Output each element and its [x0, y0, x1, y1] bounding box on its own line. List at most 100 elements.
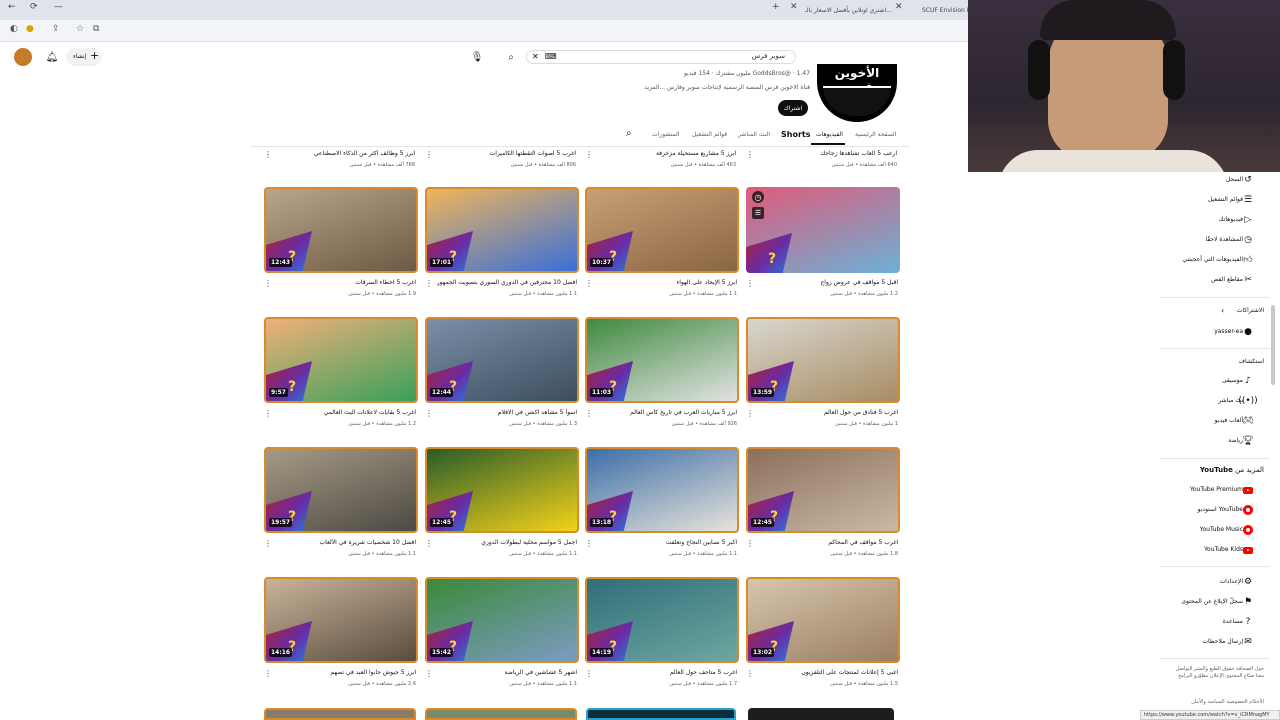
footer-links[interactable]: حول الصحافة حقوق الطبع والنشر التواصل مع… — [1170, 666, 1264, 680]
video-title[interactable]: اجمل 5 مواسم محلية لبطولات الدوري — [437, 539, 577, 546]
video-thumbnail[interactable]: ? 14:16 — [264, 577, 418, 663]
sidebar-item[interactable]: ✉ إرسال ملاحظات — [1160, 636, 1270, 652]
video-card[interactable]: ? 12:45 ⋮ اجمل 5 مواسم محلية لبطولات الدوري… — [425, 447, 579, 565]
tab-home[interactable]: الصفحة الرئيسية — [855, 131, 896, 138]
browser-tab[interactable]: SCUF Envision Pr... — [922, 3, 968, 18]
video-card[interactable]: ? 14:16 ⋮ ابرز 5 جيوش جابوا العبد في تصهم 2.… — [264, 577, 418, 695]
video-title[interactable]: اشهر 5 غشاشين في الرياضة — [437, 669, 577, 676]
video-thumbnail[interactable]: ? 12:45 — [425, 447, 579, 533]
video-title[interactable]: اغرب 5 اخطاء السرقات — [276, 279, 416, 286]
more-options-icon[interactable]: ⋮ — [425, 669, 433, 678]
more-options-icon[interactable]: ⋮ — [746, 539, 754, 548]
more-options-icon[interactable]: ⋮ — [585, 279, 593, 288]
video-title[interactable]: ابرز 5 الإيجاد على الهواء — [597, 279, 737, 286]
video-title[interactable]: اغرب 5 مواقف في المحاكم — [758, 539, 898, 546]
video-thumbnail[interactable] — [748, 708, 894, 720]
sidebar-item[interactable]: ↺ السجل — [1160, 174, 1270, 190]
sidebar-scrollbar[interactable] — [1271, 305, 1275, 385]
video-title[interactable]: اغرب 5 فنادق من حول العالم — [758, 409, 898, 416]
more-options-icon[interactable]: ⋮ — [425, 150, 433, 159]
video-thumbnail[interactable]: ? 15:42 — [425, 577, 579, 663]
more-options-icon[interactable]: ⋮ — [264, 409, 272, 418]
video-thumbnail[interactable]: ? 13:02 — [746, 577, 900, 663]
subscriptions-header[interactable]: الاشتراكات — [1237, 307, 1264, 314]
video-card[interactable]: ? 14:19 ⋮ اغرب 5 متاحف حول العالم 1.7 مليون … — [585, 577, 739, 695]
video-card[interactable]: ? 15:42 ⋮ اشهر 5 غشاشين في الرياضة 1.1 مليون… — [425, 577, 579, 695]
video-thumbnail[interactable]: ? 12:45 — [746, 447, 900, 533]
browser-tab[interactable]: اشتري اونلاين بأفضل الاسعار بالـ... — [805, 3, 895, 18]
video-thumbnail[interactable]: ? 13:18 — [585, 447, 739, 533]
sidebar-item[interactable]: YouTube Premium — [1160, 484, 1270, 500]
sidebar-item[interactable]: ✂ مقاطع القص — [1160, 274, 1270, 290]
sidebar-item[interactable]: 🎮︎ ألعاب فيديو — [1160, 415, 1270, 431]
explore-header[interactable]: استكشاف — [1239, 358, 1264, 365]
install-icon[interactable]: ⧉ — [93, 24, 99, 34]
sidebar-item[interactable]: ? مساعدة — [1160, 616, 1270, 632]
back-icon[interactable]: ← — [8, 2, 16, 12]
reload-icon[interactable]: ⟳ — [30, 2, 38, 12]
more-options-icon[interactable]: ⋮ — [425, 279, 433, 288]
video-title[interactable]: اسوأ 5 مشاهد اكشن في الافلام — [437, 409, 577, 416]
video-thumbnail[interactable]: ? 17:01 — [425, 187, 579, 273]
video-card[interactable]: ? 13:18 ⋮ اكبر 5 نصابين النجاح وتعلقت 1.1 مل… — [585, 447, 739, 565]
voice-search-icon[interactable]: 🎙︎ — [468, 48, 486, 66]
sidebar-item[interactable]: 👍︎ الفيديوهات التي أعجبتني — [1160, 254, 1270, 270]
channel-search-icon[interactable]: ⌕ — [626, 128, 632, 139]
video-thumbnail[interactable]: ? 11:03 — [585, 317, 739, 403]
sidebar-item[interactable]: ● yasser-ea — [1160, 326, 1270, 342]
more-options-icon[interactable]: ⋮ — [425, 409, 433, 418]
video-title[interactable]: اكبر 5 نصابين النجاح وتعلقت — [597, 539, 737, 546]
sidebar-item[interactable]: ((•)) بث مباشر — [1160, 395, 1270, 411]
video-thumbnail[interactable]: ? 14:19 — [585, 577, 739, 663]
video-card[interactable]: ? 10:37 ⋮ ابرز 5 الإيجاد على الهواء 1.1 مليو… — [585, 187, 739, 305]
video-thumbnail[interactable]: ? 12:44 — [425, 317, 579, 403]
video-title[interactable]: افضل 10 شخصيات شريرة في الألعاب — [276, 539, 416, 546]
more-options-icon[interactable]: ⋮ — [585, 669, 593, 678]
video-title[interactable]: اغرب 5 متاحف حول العالم — [597, 669, 737, 676]
search-icon[interactable]: ⌕ — [502, 48, 520, 66]
sidebar-item[interactable]: YouTube استوديو — [1160, 504, 1270, 520]
more-options-icon[interactable]: ⋮ — [264, 150, 272, 159]
video-thumbnail[interactable] — [586, 708, 736, 720]
video-title[interactable]: اغرب 5 بقايات لاعلانات البث العالمي — [276, 409, 416, 416]
video-title[interactable]: اقبل 5 مواقف في عروض زواج — [758, 279, 898, 286]
video-thumbnail[interactable]: ? 19:57 — [264, 447, 418, 533]
more-options-icon[interactable]: ⋮ — [264, 669, 272, 678]
video-thumbnail[interactable]: ? ◷ ☰ — [746, 187, 900, 273]
tab-live[interactable]: البث المباشر — [738, 131, 770, 138]
sidebar-item[interactable]: ♪ موسيقى — [1160, 375, 1270, 391]
more-options-icon[interactable]: ⋮ — [585, 539, 593, 548]
sidebar-item[interactable]: ⚑ سجلّ الإبلاغ عن المحتوى — [1160, 596, 1270, 612]
profile-icon[interactable]: ● — [26, 24, 34, 34]
video-card[interactable]: ? 13:02 ⋮ اغبى 5 إعلانات لمنتجات على التلفز… — [746, 577, 900, 695]
tab-shorts[interactable]: Shorts — [781, 130, 810, 139]
video-card[interactable]: ? ◷ ☰ ⋮ اقبل 5 مواقف في عروض زواج 1.2 مليون م… — [746, 187, 900, 305]
tab-close-icon[interactable]: ✕ — [895, 2, 903, 12]
video-thumbnail[interactable]: ? 13:59 — [746, 317, 900, 403]
video-title[interactable]: افضل 10 محترفين في الدوري السوري بتصويت … — [437, 279, 577, 286]
chevron-left-icon[interactable]: ‹ — [1221, 306, 1224, 315]
video-card[interactable]: ? 9:57 ⋮ اغرب 5 بقايات لاعلانات البث العالم… — [264, 317, 418, 435]
video-thumbnail[interactable]: ? 9:57 — [264, 317, 418, 403]
tab-playlists[interactable]: قوائم التشغيل — [692, 131, 727, 138]
new-tab-icon[interactable]: + — [772, 2, 780, 12]
minimize-icon[interactable]: — — [54, 2, 63, 12]
more-options-icon[interactable]: ⋮ — [585, 150, 593, 159]
watch-later-icon[interactable]: ◷ — [752, 191, 764, 203]
more-options-icon[interactable]: ⋮ — [264, 279, 272, 288]
bookmark-star-icon[interactable]: ☆ — [76, 24, 84, 34]
video-title[interactable]: ارعب 5 العاب تشاهدها زجاجك — [820, 150, 897, 157]
sidebar-item[interactable]: 🏆︎ رياضة — [1160, 435, 1270, 451]
add-to-queue-icon[interactable]: ☰ — [752, 207, 764, 219]
video-thumbnail[interactable] — [264, 708, 416, 720]
sidebar-item[interactable]: ☰ قوائم التشغيل — [1160, 194, 1270, 210]
video-title[interactable]: ابرز 5 مشاريع مستحيلة مزخرفة — [656, 150, 736, 157]
tab-videos[interactable]: الفيديوهات — [816, 131, 843, 138]
share-icon[interactable]: ⇪ — [52, 24, 60, 34]
notifications-bell-icon[interactable]: 🔔︎ — [43, 48, 61, 66]
subscribe-button[interactable]: اشتراك — [778, 100, 808, 116]
more-options-icon[interactable]: ⋮ — [585, 409, 593, 418]
sidebar-item[interactable]: ⚙ الإعدادات — [1160, 576, 1270, 592]
video-title[interactable]: اغبى 5 إعلانات لمنتجات على التلفزيون — [758, 669, 898, 676]
more-options-icon[interactable]: ⋮ — [746, 279, 754, 288]
